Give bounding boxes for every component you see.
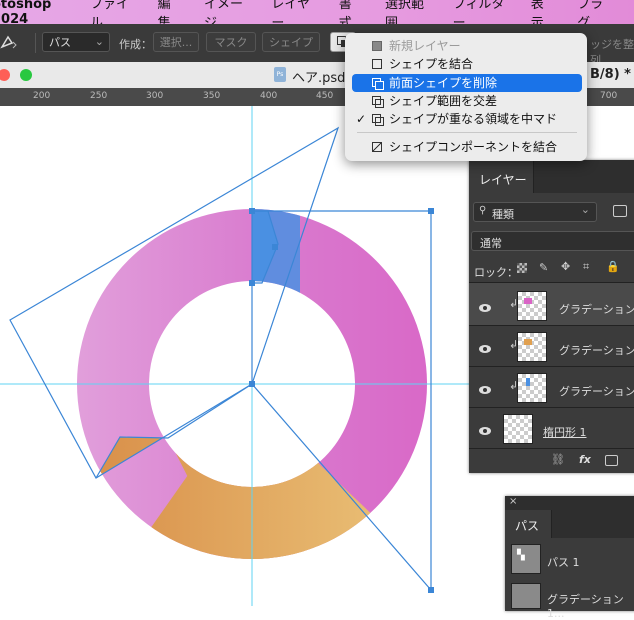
zoom-window-button[interactable] xyxy=(20,69,32,81)
layers-footer: ⛓ fx xyxy=(469,448,634,474)
layer-name: グラデーション xyxy=(559,344,634,357)
blend-mode-select[interactable]: 通常 xyxy=(471,231,634,251)
layer-name: グラデーション xyxy=(559,303,634,316)
tab-paths[interactable]: パス xyxy=(505,510,552,538)
layer-thumbnail xyxy=(517,332,547,362)
menu-item-label: シェイプ範囲を交差 xyxy=(389,94,498,108)
close-icon[interactable]: × xyxy=(509,496,517,507)
menu-item-combine-shapes[interactable]: シェイプを結合 xyxy=(352,55,582,73)
layers-panel: レイヤー ⚲ 種類 ⌄ 通常 ロック： ✎ ✥ ⌗ 🔒 ↲ グラデーション ↲ … xyxy=(469,160,634,473)
exclude-overlapping-icon xyxy=(372,114,384,126)
ruler-tick: 200 xyxy=(33,91,51,101)
paths-panel: × パス ▚ パス 1 グラデーション 1... xyxy=(505,496,634,620)
anchor-point[interactable] xyxy=(428,208,434,214)
menu-item-label: シェイプが重なる領域を中マド xyxy=(389,112,558,126)
path-row[interactable]: ▚ パス 1 xyxy=(505,541,634,579)
app-name[interactable]: otoshop 2024 xyxy=(0,0,74,27)
ruler-tick: 300 xyxy=(146,91,164,101)
layer-filter-select[interactable]: ⚲ 種類 ⌄ xyxy=(473,202,597,222)
brush-icon[interactable]: ✎ xyxy=(539,261,548,274)
anchor-point[interactable] xyxy=(272,244,278,250)
checkmark-icon: ✓ xyxy=(356,112,367,126)
menu-item-label: 新規レイヤー xyxy=(389,39,461,53)
menu-bar: otoshop 2024 ファイル 編集 イメージ レイヤー 書式 選択範囲 フ… xyxy=(0,0,634,31)
tab-paths-label: パス xyxy=(515,519,540,533)
subtract-front-shape-icon xyxy=(372,78,384,90)
menu-item-exclude-overlapping[interactable]: ✓ シェイプが重なる領域を中マド xyxy=(352,110,582,128)
divider xyxy=(35,33,36,53)
mode-select[interactable]: パス ⌄ xyxy=(42,32,110,52)
anchor-point[interactable] xyxy=(249,280,255,286)
mask-icon[interactable] xyxy=(605,455,618,466)
layer-thumbnail xyxy=(517,291,547,321)
new-layer-icon xyxy=(372,41,382,51)
anchor-point[interactable] xyxy=(428,587,434,593)
create-label: 作成： xyxy=(119,38,152,51)
menu-item-merge-shape-components[interactable]: シェイプコンポーネントを結合 xyxy=(352,138,582,156)
ruler-tick: 350 xyxy=(203,91,221,101)
layer-name: グラデーション xyxy=(559,385,634,398)
menu-item-label: 前面シェイプを削除 xyxy=(389,76,498,90)
combine-shapes-icon xyxy=(372,59,382,69)
path-thumbnail xyxy=(511,583,541,609)
donut-ring xyxy=(77,209,427,559)
layer-filter-value: 種類 xyxy=(492,208,514,221)
menu-item-label: シェイプを結合 xyxy=(389,57,474,71)
ruler-tick: 400 xyxy=(260,91,278,101)
layers-panel-tabbar: レイヤー xyxy=(469,160,634,193)
menu-item-new-layer: 新規レイヤー xyxy=(352,37,582,55)
shape-button[interactable]: シェイプ xyxy=(262,32,320,52)
path-row[interactable]: グラデーション 1... xyxy=(505,581,634,620)
mode-value: パス xyxy=(49,36,71,49)
visibility-eye-icon[interactable] xyxy=(479,427,491,435)
chevron-down-icon: ⌄ xyxy=(94,35,104,48)
tab-layers[interactable]: レイヤー xyxy=(469,160,534,193)
anchor-point[interactable] xyxy=(249,208,255,214)
pen-tool-icon[interactable] xyxy=(0,33,20,53)
lock-transparent-icon[interactable] xyxy=(517,263,527,273)
layer-row[interactable]: ↲ グラデーション xyxy=(469,366,634,407)
layer-name: 楕円形 1 xyxy=(543,426,587,439)
menu-separator xyxy=(357,132,577,133)
fx-icon[interactable]: fx xyxy=(579,453,591,466)
search-icon: ⚲ xyxy=(479,205,487,216)
chevron-down-icon: ⌄ xyxy=(580,203,590,216)
visibility-eye-icon[interactable] xyxy=(479,345,491,353)
blend-mode-value: 通常 xyxy=(480,237,502,250)
path-operations-menu: 新規レイヤー シェイプを結合 前面シェイプを削除 シェイプ範囲を交差 ✓ シェイ… xyxy=(345,33,587,161)
intersect-shapes-icon xyxy=(372,96,384,108)
layer-row[interactable]: ↲ グラデーション xyxy=(469,282,634,325)
psd-file-icon: Ps xyxy=(274,67,286,82)
crop-icon[interactable]: ⌗ xyxy=(583,260,589,274)
layer-row[interactable]: 楕円形 1 xyxy=(469,407,634,448)
layer-row[interactable]: ↲ グラデーション xyxy=(469,325,634,366)
paths-panel-header: × xyxy=(505,496,634,510)
close-window-button[interactable] xyxy=(0,69,10,81)
document-title-suffix: B/8) * xyxy=(590,67,631,82)
lock-icon[interactable]: 🔒 xyxy=(606,260,620,273)
paths-tabbar: パス xyxy=(505,510,634,538)
lock-label: ロック： xyxy=(474,266,518,279)
document-title[interactable]: ヘア.psd xyxy=(292,67,345,86)
move-icon[interactable]: ✥ xyxy=(561,260,570,273)
layer-thumbnail xyxy=(503,414,533,444)
ruler-tick: 250 xyxy=(90,91,108,101)
menu-item-subtract-front-shape[interactable]: 前面シェイプを削除 xyxy=(352,74,582,92)
visibility-eye-icon[interactable] xyxy=(479,304,491,312)
menu-item-intersect-shapes[interactable]: シェイプ範囲を交差 xyxy=(352,92,582,110)
ruler-tick: 700 xyxy=(600,91,618,101)
merge-shape-components-icon xyxy=(372,142,382,152)
anchor-point[interactable] xyxy=(249,381,255,387)
ruler-tick: 450 xyxy=(316,91,334,101)
link-icon[interactable]: ⛓ xyxy=(551,453,565,466)
layer-thumbnail xyxy=(517,373,547,403)
image-filter-icon[interactable] xyxy=(613,205,627,217)
path-thumbnail: ▚ xyxy=(511,544,541,574)
path-name: パス 1 xyxy=(547,556,580,569)
tab-layers-label: レイヤー xyxy=(479,173,527,187)
menu-item-label: シェイプコンポーネントを結合 xyxy=(389,140,558,154)
select-button[interactable]: 選択... xyxy=(153,32,199,52)
visibility-eye-icon[interactable] xyxy=(479,386,491,394)
mask-button[interactable]: マスク xyxy=(206,32,256,52)
